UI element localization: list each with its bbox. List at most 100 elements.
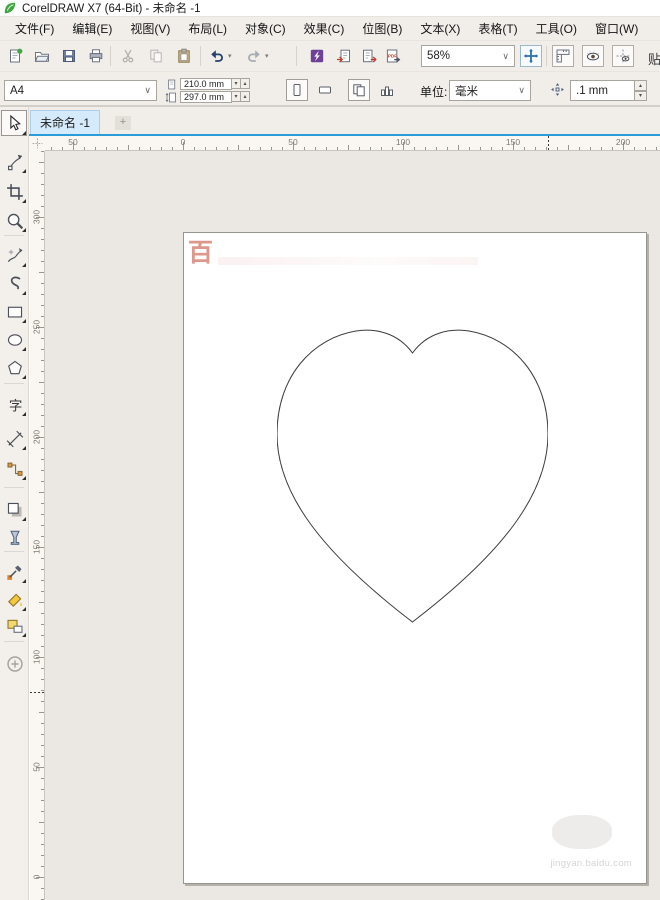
page-height-field[interactable]: 297.0 mm [180, 91, 232, 103]
page-width-spinner[interactable]: ▾ ▴ [231, 78, 250, 89]
import-button[interactable] [333, 45, 355, 67]
page-width-field[interactable]: 210.0 mm [180, 78, 232, 90]
undo-button[interactable] [206, 45, 228, 67]
show-grid-button[interactable] [582, 45, 604, 67]
current-page-size-button[interactable] [376, 79, 398, 101]
show-rulers-icon [556, 49, 570, 63]
ruler-tick [117, 147, 118, 150]
paste-button[interactable] [173, 45, 195, 67]
freehand-tool-button[interactable] [4, 245, 26, 267]
ruler-tick [41, 239, 44, 240]
ruler-tick [41, 756, 44, 757]
ruler-tick [601, 147, 602, 150]
export-button[interactable] [358, 45, 380, 67]
menu-item-4[interactable]: 布局(L) [179, 17, 236, 40]
menu-item-11[interactable]: 窗口(W) [586, 17, 647, 40]
save-button[interactable] [58, 45, 80, 67]
horizontal-ruler[interactable]: 50 0 50 100 150 200 [45, 136, 660, 151]
ruler-tick [612, 147, 613, 150]
redo-button[interactable] [243, 45, 265, 67]
ruler-tick [315, 147, 316, 150]
menu-item-9[interactable]: 表格(T) [469, 17, 526, 40]
ruler-tick [41, 800, 44, 801]
ruler-tick [106, 147, 107, 150]
ruler-tick [590, 147, 591, 150]
all-pages-size-button[interactable] [348, 79, 370, 101]
connector-tool-button[interactable] [4, 458, 26, 480]
document-tab-label: 未命名 -1 [40, 116, 91, 130]
menu-item-1[interactable]: 文件(F) [6, 17, 63, 40]
open-folder-button[interactable] [31, 45, 53, 67]
hruler-label: 150 [505, 137, 521, 147]
expand-toolbox-icon [7, 656, 23, 672]
app-launcher-button[interactable] [306, 45, 328, 67]
ruler-tick [41, 690, 44, 691]
watermark-logo-blob [552, 815, 612, 849]
ruler-tick [425, 147, 426, 150]
dimension-tool-button[interactable] [4, 428, 26, 450]
ruler-tick [41, 305, 44, 306]
vruler-label: 150 [31, 539, 42, 555]
ruler-tick [41, 569, 44, 570]
drawing-canvas[interactable]: 百 jingyan.baidu.com [45, 151, 660, 900]
copy-button[interactable] [145, 45, 167, 67]
crop-tool-button[interactable] [4, 181, 26, 203]
new-tab-button[interactable]: + [115, 116, 131, 130]
page-height-spinner[interactable]: ▾ ▴ [231, 91, 250, 102]
copy-icon [150, 49, 162, 63]
show-rulers-button[interactable] [552, 45, 574, 67]
print-button[interactable] [85, 45, 107, 67]
pick-tool-button[interactable] [1, 110, 27, 136]
menu-item-8[interactable]: 文本(X) [411, 17, 469, 40]
snap-to-button[interactable] [612, 45, 634, 67]
vruler-label: 50 [31, 762, 42, 772]
drop-shadow-tool-button[interactable] [4, 499, 26, 521]
snap-menu-button-partial[interactable]: 贴 [648, 49, 660, 67]
vruler-label: 0 [31, 874, 42, 880]
nudge-spinner[interactable]: ▴ ▾ [634, 80, 648, 101]
undo-dropdown-arrow[interactable]: ▾ [228, 52, 232, 60]
transparency-tool-button[interactable] [4, 527, 26, 549]
nudge-distance-field[interactable]: .1 mm [570, 80, 636, 101]
document-tab[interactable]: 未命名 -1 [30, 110, 101, 134]
portrait-button[interactable] [286, 79, 308, 101]
new-document-button[interactable] [4, 45, 26, 67]
ruler-tick [41, 228, 44, 229]
cut-button[interactable] [117, 45, 139, 67]
zoom-tool-button[interactable] [4, 210, 26, 232]
menu-item-3[interactable]: 视图(V) [121, 17, 179, 40]
publish-pdf-button[interactable]: PDF [382, 45, 404, 67]
smart-drawing-tool-button[interactable] [4, 273, 26, 295]
menu-item-5[interactable]: 对象(C) [236, 17, 295, 40]
redo-dropdown-arrow[interactable]: ▾ [265, 52, 269, 60]
text-tool-button[interactable]: 字 [4, 394, 26, 416]
vertical-ruler[interactable]: 300 250 200 150 100 50 0 [30, 151, 45, 900]
menu-item-10[interactable]: 工具(O) [527, 17, 586, 40]
flyout-indicator [22, 199, 26, 203]
ruler-origin[interactable] [29, 136, 45, 151]
smart-fill-tool-button[interactable] [4, 589, 26, 611]
page-preset-combo[interactable]: A4 ∨ [4, 80, 157, 101]
interactive-fill-tool-button[interactable] [4, 615, 26, 637]
menu-item-6[interactable]: 效果(C) [295, 17, 354, 40]
ruler-tick [161, 147, 162, 150]
landscape-button[interactable] [314, 79, 336, 101]
zoom-level-combo[interactable]: 58% ∨ [421, 45, 515, 67]
ruler-tick [216, 147, 217, 150]
shape-tool-button[interactable] [4, 151, 26, 173]
ellipse-tool-button[interactable] [4, 329, 26, 351]
heart-shape[interactable] [276, 328, 549, 628]
menu-item-7[interactable]: 位图(B) [353, 17, 411, 40]
hruler-label: 0 [180, 137, 186, 147]
menu-item-2[interactable]: 编辑(E) [63, 17, 121, 40]
rectangle-tool-button[interactable] [4, 301, 26, 323]
expand-toolbox-button[interactable] [4, 653, 26, 675]
polygon-tool-button[interactable] [4, 357, 26, 379]
vruler-label: 200 [31, 429, 42, 445]
ruler-tick [41, 448, 44, 449]
units-combo[interactable]: 毫米 ∨ [449, 80, 531, 101]
ruler-tick [41, 261, 44, 262]
ruler-tick [458, 145, 459, 150]
color-eyedropper-tool-button[interactable] [4, 561, 26, 583]
full-screen-preview-button[interactable] [520, 45, 542, 67]
